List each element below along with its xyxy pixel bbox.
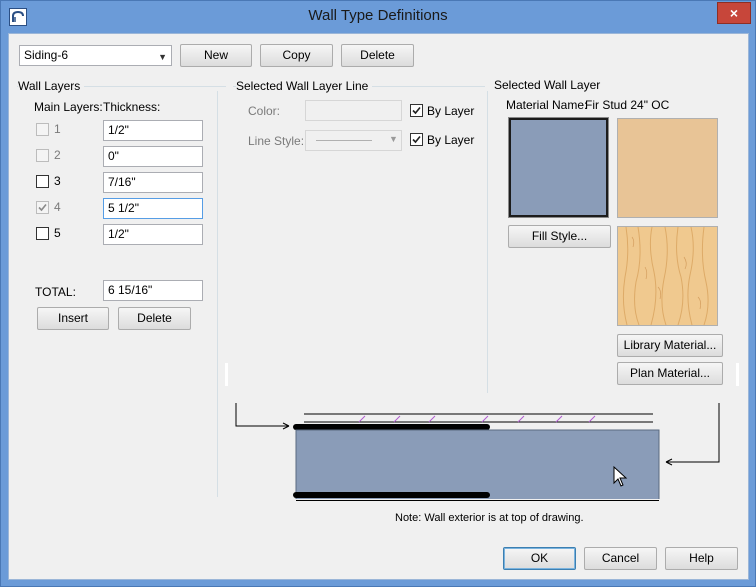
color-by-layer-label: By Layer bbox=[427, 104, 475, 118]
line-style-label: Line Style: bbox=[248, 134, 305, 148]
layer-2-number: 2 bbox=[54, 148, 61, 162]
checkmark-icon bbox=[412, 135, 421, 144]
line-style-by-layer-checkbox[interactable] bbox=[410, 133, 423, 146]
wood-texture-swatch[interactable] bbox=[617, 226, 718, 326]
delete-layer-button[interactable]: Delete bbox=[118, 307, 191, 330]
layer-5-number: 5 bbox=[54, 226, 61, 240]
layer-3-checkbox[interactable] bbox=[36, 175, 49, 188]
layer-1-thickness-input[interactable]: 1/2" bbox=[103, 120, 203, 141]
delete-type-button[interactable]: Delete bbox=[341, 44, 414, 67]
material-color-swatch[interactable] bbox=[617, 118, 718, 218]
wall-layers-separator bbox=[217, 91, 218, 497]
material-name-label: Material Name: bbox=[506, 98, 588, 112]
layer-4-number: 4 bbox=[54, 200, 61, 214]
color-swatch[interactable] bbox=[305, 100, 402, 121]
layer-2-thickness-input[interactable]: 0" bbox=[103, 146, 203, 167]
copy-button[interactable]: Copy bbox=[260, 44, 333, 67]
layer-4-thickness-input[interactable]: 5 1/2" bbox=[103, 198, 203, 219]
wall-preview-drawing bbox=[235, 403, 720, 499]
wall-type-select[interactable]: Siding-6 ▼ bbox=[19, 45, 172, 66]
line-style-select[interactable]: ▼ bbox=[305, 130, 402, 151]
wall-layers-title: Wall Layers bbox=[18, 79, 85, 93]
chevron-down-icon: ▼ bbox=[389, 134, 398, 144]
layer-5-thickness-input[interactable]: 1/2" bbox=[103, 224, 203, 245]
thickness-header: Thickness: bbox=[103, 100, 161, 114]
layer-2-checkbox[interactable] bbox=[36, 149, 49, 162]
layer-line-title: Selected Wall Layer Line bbox=[236, 79, 373, 93]
total-thickness-field: 6 15/16" bbox=[103, 280, 203, 301]
library-material-button[interactable]: Library Material... bbox=[617, 334, 723, 357]
layer-3-number: 3 bbox=[54, 174, 61, 188]
insert-layer-button[interactable]: Insert bbox=[37, 307, 109, 330]
preview-bottom-line bbox=[296, 500, 659, 501]
wood-grain-texture bbox=[622, 227, 709, 325]
fill-style-button[interactable]: Fill Style... bbox=[508, 225, 611, 248]
color-label: Color: bbox=[248, 104, 281, 118]
ok-button[interactable]: OK bbox=[503, 547, 576, 570]
color-by-layer-checkbox[interactable] bbox=[410, 104, 423, 117]
checkmark-icon bbox=[412, 106, 421, 115]
total-label: TOTAL: bbox=[35, 285, 76, 299]
wall-type-value: Siding-6 bbox=[24, 48, 69, 62]
preview-note: Note: Wall exterior is at top of drawing… bbox=[395, 512, 584, 524]
chevron-down-icon: ▼ bbox=[158, 52, 167, 62]
layer-1-number: 1 bbox=[54, 122, 61, 136]
title-bar[interactable]: Wall Type Definitions × bbox=[1, 1, 755, 33]
dialog-client: Siding-6 ▼ New Copy Delete Wall Layers M… bbox=[8, 33, 749, 580]
close-button[interactable]: × bbox=[717, 2, 751, 24]
preview-edge-right bbox=[736, 363, 739, 386]
new-button[interactable]: New bbox=[180, 44, 252, 67]
preview-edge-left bbox=[225, 363, 228, 386]
layer-3-thickness-input[interactable]: 7/16" bbox=[103, 172, 203, 193]
material-name-value: Fir Stud 24" OC bbox=[585, 98, 670, 112]
plan-material-button[interactable]: Plan Material... bbox=[617, 362, 723, 385]
checkmark-icon bbox=[38, 203, 47, 212]
window-title: Wall Type Definitions bbox=[308, 7, 448, 24]
wall-layer-title: Selected Wall Layer bbox=[494, 78, 605, 92]
line-style-by-layer-label: By Layer bbox=[427, 133, 475, 147]
fill-color-swatch[interactable] bbox=[508, 117, 609, 218]
layer-5-checkbox[interactable] bbox=[36, 227, 49, 240]
layer-1-checkbox[interactable] bbox=[36, 123, 49, 136]
help-button[interactable]: Help bbox=[665, 547, 738, 570]
layer-4-checkbox[interactable] bbox=[36, 201, 49, 214]
cancel-button[interactable]: Cancel bbox=[584, 547, 657, 570]
dialog-window: Wall Type Definitions × Siding-6 ▼ New C… bbox=[0, 0, 756, 587]
main-layers-header: Main Layers: bbox=[34, 100, 103, 114]
line-style-preview bbox=[316, 140, 372, 141]
wall-layer-separator bbox=[487, 91, 488, 393]
